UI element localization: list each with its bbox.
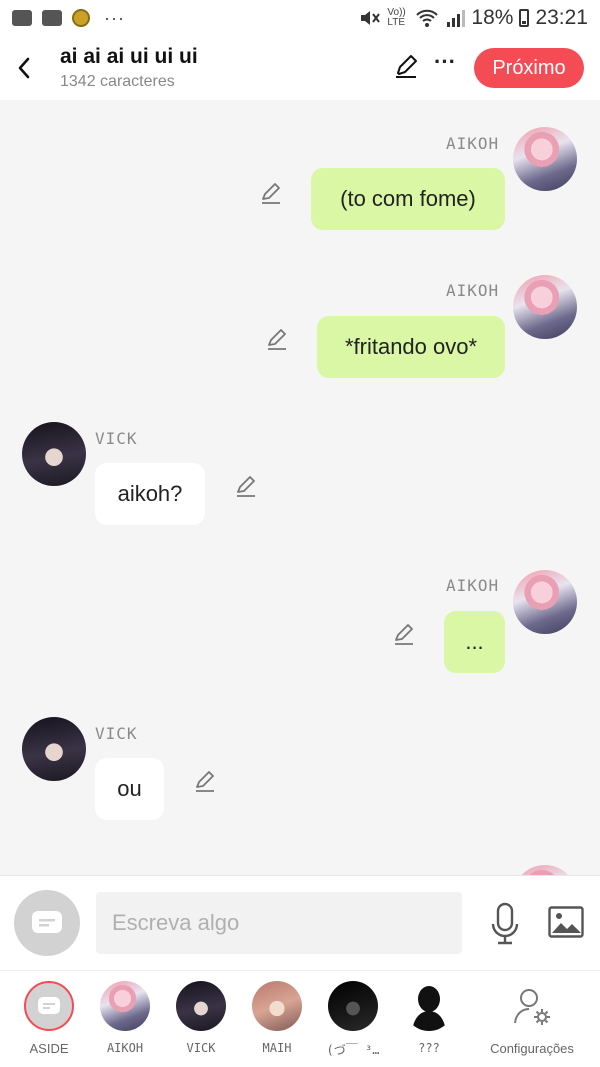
edit-message-icon[interactable]	[192, 768, 218, 794]
silhouette-icon	[412, 986, 446, 1031]
character-label: VICK	[186, 1041, 216, 1055]
gallery-icon	[12, 10, 32, 26]
character-avatar	[404, 981, 454, 1031]
character-bar: ASIDE AIKOH VICK MAIH (づ￣ ³… ??? Configu…	[0, 970, 600, 1067]
character-aikoh[interactable]: AIKOH	[87, 981, 163, 1055]
chat-area[interactable]: AIKOH (to com fome) AIKOH *fritando ovo*…	[0, 100, 600, 875]
edit-message-icon[interactable]	[391, 621, 417, 647]
character-count: 1342 caracteres	[60, 73, 175, 90]
coin-icon	[72, 9, 90, 27]
character-label: ASIDE	[29, 1041, 69, 1056]
sender-name: AIKOH	[446, 576, 500, 595]
signal-icon	[447, 10, 466, 27]
status-bar: ··· Vo)) LTE 18% 23:21	[0, 0, 600, 36]
character-label: MAIH	[262, 1041, 292, 1055]
character-avatar	[100, 981, 150, 1031]
message-bubble[interactable]: aikoh?	[95, 463, 205, 525]
avatar-vick[interactable]	[22, 422, 86, 486]
sender-name: AIKOH	[446, 281, 500, 300]
wifi-icon	[416, 9, 439, 27]
edit-message-icon[interactable]	[264, 326, 290, 352]
character-label: AIKOH	[106, 1041, 144, 1055]
character-vick[interactable]: VICK	[163, 981, 239, 1055]
character-avatar	[176, 981, 226, 1031]
sender-name: VICK	[95, 724, 138, 743]
microphone-icon[interactable]	[488, 902, 522, 946]
volte-indicator: Vo)) LTE	[387, 7, 406, 28]
chat-bubble-icon	[38, 997, 60, 1014]
sender-name: VICK	[95, 429, 138, 448]
settings-button[interactable]: Configurações	[484, 981, 580, 1056]
message-input[interactable]	[96, 892, 462, 954]
chat-bubble-icon	[32, 911, 62, 933]
aside-mode-button[interactable]	[14, 890, 80, 956]
edit-message-icon[interactable]	[258, 180, 284, 206]
more-options-button[interactable]: ···	[430, 50, 460, 82]
character-label: ???	[418, 1041, 440, 1055]
battery-percent: 18%	[471, 6, 514, 29]
settings-avatar	[507, 981, 557, 1031]
story-header: ai ai ai ui ui ui 1342 caracteres ··· Pr…	[0, 36, 600, 100]
clock: 23:21	[535, 6, 588, 29]
person-settings-icon	[514, 989, 550, 1025]
character-lenny[interactable]: (づ￣ ³…	[315, 981, 391, 1058]
settings-label: Configurações	[490, 1041, 574, 1056]
chevron-left-icon	[18, 57, 30, 79]
edit-title-button[interactable]	[390, 50, 422, 82]
youtube-icon	[42, 10, 62, 26]
back-button[interactable]	[2, 46, 46, 90]
next-button[interactable]: Próximo	[474, 48, 584, 88]
character-unknown[interactable]: ???	[391, 981, 467, 1055]
character-aside[interactable]: ASIDE	[11, 981, 87, 1056]
character-avatar	[328, 981, 378, 1031]
message-bubble[interactable]: (to com fome)	[311, 168, 505, 230]
avatar-aikoh[interactable]	[513, 570, 577, 634]
aside-avatar	[24, 981, 74, 1031]
avatar-aikoh[interactable]	[513, 865, 577, 875]
image-icon[interactable]	[548, 906, 584, 938]
character-label: (づ￣ ³…	[326, 1043, 380, 1057]
more-notifications-icon: ···	[104, 7, 125, 28]
message-bubble[interactable]: *fritando ovo*	[317, 316, 505, 378]
avatar-aikoh[interactable]	[513, 275, 577, 339]
pencil-icon	[396, 55, 417, 78]
avatar-vick[interactable]	[22, 717, 86, 781]
title-block: ai ai ai ui ui ui 1342 caracteres	[60, 45, 198, 91]
battery-icon	[519, 9, 530, 27]
avatar-aikoh[interactable]	[513, 127, 577, 191]
sender-name: AIKOH	[446, 134, 500, 153]
message-bubble[interactable]: ...	[444, 611, 505, 673]
composer-bar	[0, 875, 600, 970]
message-bubble[interactable]: ou	[95, 758, 164, 820]
character-maih[interactable]: MAIH	[239, 981, 315, 1055]
edit-message-icon[interactable]	[233, 473, 259, 499]
character-avatar	[252, 981, 302, 1031]
story-title: ai ai ai ui ui ui	[60, 45, 198, 68]
mute-icon	[361, 11, 381, 25]
